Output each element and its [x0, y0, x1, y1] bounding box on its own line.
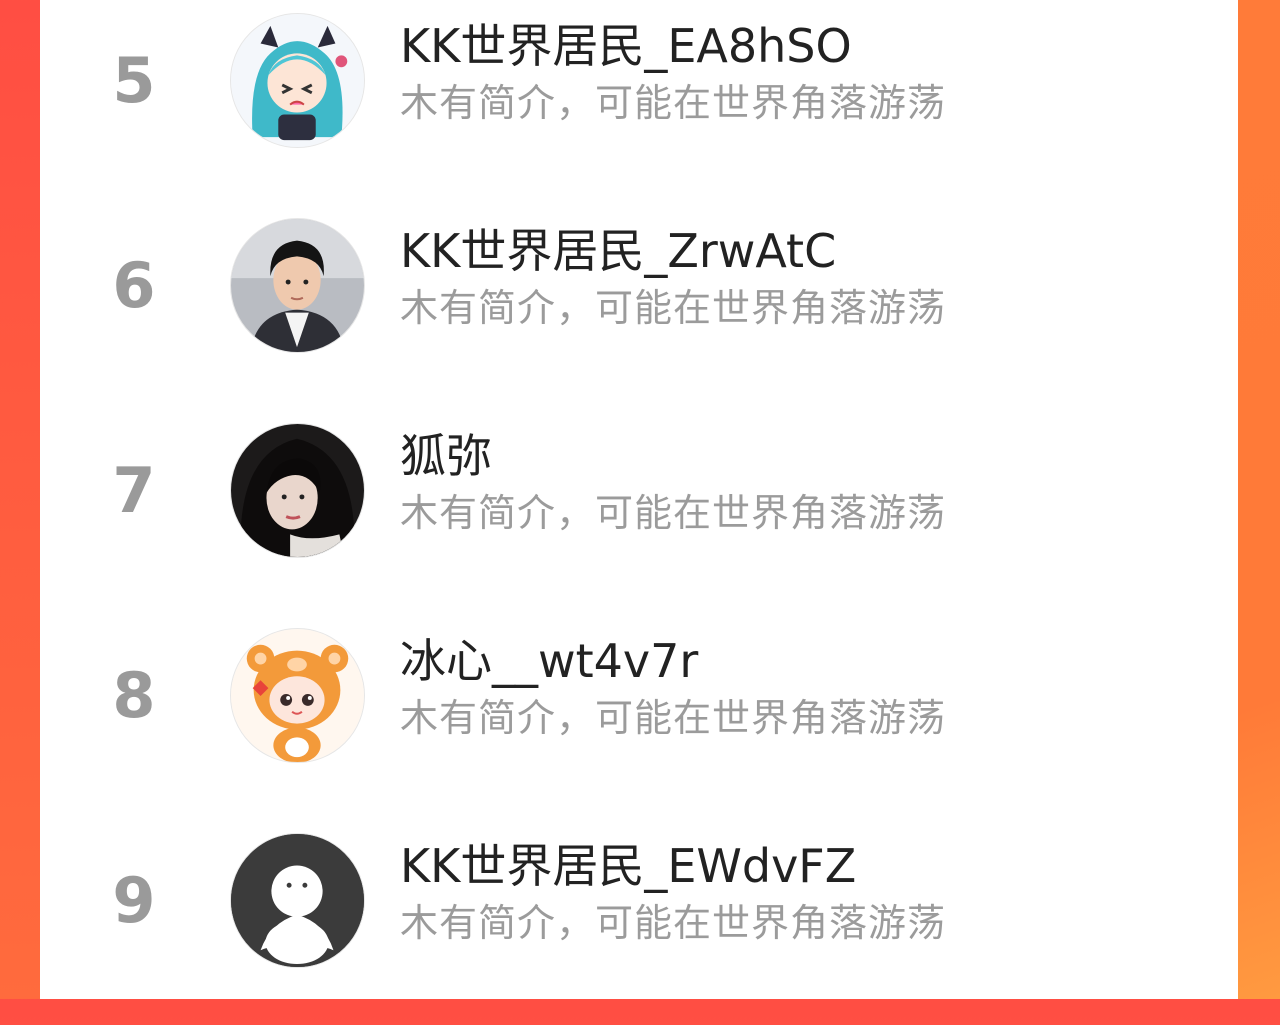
- rank-number: 7: [112, 454, 156, 527]
- user-name[interactable]: KK世界居民_ZrwAtC: [400, 223, 836, 279]
- background-right-edge: [1238, 0, 1280, 999]
- user-name[interactable]: KK世界居民_EA8hSO: [400, 18, 852, 74]
- user-bio: 木有简介，可能在世界角落游荡: [400, 286, 947, 330]
- user-bio: 木有简介，可能在世界角落游荡: [400, 901, 947, 945]
- user-bio: 木有简介，可能在世界角落游荡: [400, 696, 947, 740]
- user-name[interactable]: KK世界居民_EWdvFZ: [400, 838, 856, 894]
- user-bio: 木有简介，可能在世界角落游荡: [400, 491, 947, 535]
- young-man-photo-avatar[interactable]: [230, 218, 365, 353]
- ranking-row[interactable]: 6 KK世界居民_ZrwAtC 木有简介，可能在世界角落游荡: [40, 205, 1238, 410]
- ranking-row[interactable]: 8 冰心__wt4v7r 木有简介，可能在世界角落游荡: [40, 615, 1238, 820]
- ranking-row[interactable]: 5 KK世界居民_EA8hSO 木有简介，可能在世界角落游荡: [40, 0, 1238, 205]
- bear-costume-cartoon-avatar[interactable]: [230, 628, 365, 763]
- ranking-list-panel: 5 KK世界居民_EA8hSO 木有简介，可能在世界角落游荡 6 KK世界居民_…: [40, 0, 1238, 999]
- ranking-row[interactable]: 7 狐弥 木有简介，可能在世界角落游荡: [40, 410, 1238, 615]
- ranking-row[interactable]: 9 KK世界居民_EWdvFZ 木有简介，可能在世界角落游荡: [40, 820, 1238, 1025]
- rank-number: 9: [112, 864, 156, 937]
- girl-photo-avatar[interactable]: [230, 423, 365, 558]
- rank-number: 6: [112, 249, 156, 322]
- user-bio: 木有简介，可能在世界角落游荡: [400, 81, 947, 125]
- anime-girl-avatar[interactable]: [230, 13, 365, 148]
- rank-number: 5: [112, 44, 156, 117]
- default-ghost-avatar[interactable]: [230, 833, 365, 968]
- user-name[interactable]: 冰心__wt4v7r: [400, 633, 698, 689]
- user-name[interactable]: 狐弥: [400, 428, 492, 484]
- rank-number: 8: [112, 659, 156, 732]
